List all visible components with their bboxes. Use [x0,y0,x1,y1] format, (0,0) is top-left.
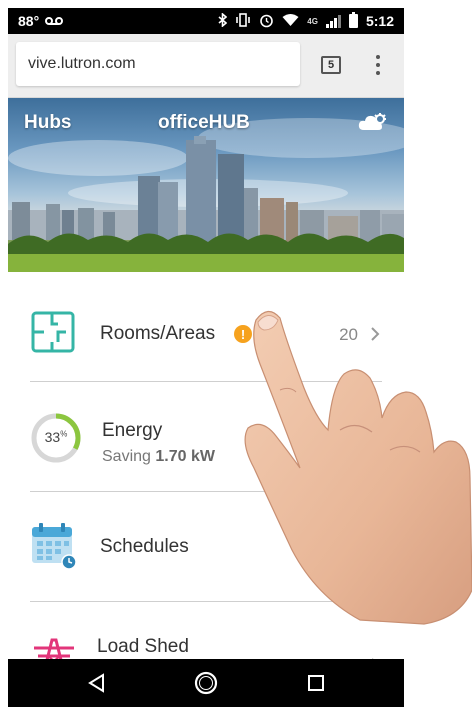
status-bar: 88° 4G 5:12 [8,8,404,34]
menu-dot [376,63,380,67]
floorplan-icon [30,308,78,356]
browser-menu-button[interactable] [370,52,386,78]
menu-item-energy[interactable]: 33% Energy Saving 1.70 kW [8,382,404,492]
browser-toolbar: vive.lutron.com 5 [8,34,404,98]
home-button[interactable] [190,667,222,699]
energy-label: Energy [102,420,163,441]
square-icon [308,675,324,691]
url-text: vive.lutron.com [28,55,136,72]
network-type-text: 4G [307,16,318,26]
bluetooth-icon [218,12,228,29]
temperature-text: 88° [18,13,40,29]
clock-time: 5:12 [365,13,394,29]
wifi-icon [282,13,299,29]
alarm-icon [259,13,274,30]
vibrate-icon [235,13,251,29]
voicemail-icon [45,13,64,29]
battery-icon [348,12,358,28]
alert-mark: ! [240,326,246,342]
tab-count: 5 [327,59,335,71]
url-bar[interactable]: vive.lutron.com [16,42,300,86]
hub-title: officeHUB [158,112,250,133]
back-button[interactable] [81,667,113,699]
home-circle-icon [194,671,218,695]
hub-header-banner: Hubs officeHUB [8,98,404,272]
tab-switcher-button[interactable]: 5 [321,56,341,74]
calendar-icon [30,522,78,570]
phone-screen: 88° 4G 5:12 vive.lutron.com 5 Hubs offic… [8,8,404,707]
menu-item-rooms-areas[interactable]: Rooms/Areas ! 20 [8,272,404,382]
cloud-settings-icon[interactable] [358,112,388,134]
hub-menu-list: Rooms/Areas ! 20 33% Energy Saving 1.70 … [8,272,404,707]
rooms-areas-label: Rooms/Areas [100,323,216,344]
schedules-label: Schedules [100,536,189,557]
rooms-count: 20 [339,325,358,344]
hubs-back-link[interactable]: Hubs [24,112,72,134]
back-triangle-icon [88,673,104,693]
signal-icon [325,14,341,28]
energy-savings: Saving 1.70 kW [102,448,215,466]
menu-dot [376,55,380,59]
energy-gauge-icon: 33% [30,412,82,464]
menu-dot [376,71,380,75]
gauge-unit: % [60,429,68,439]
chevron-right-icon [368,325,382,343]
savings-value: 1.70 kW [155,448,215,465]
recent-apps-button[interactable] [300,667,332,699]
savings-prefix: Saving [102,448,151,465]
menu-item-schedules[interactable]: Schedules [8,492,404,602]
load-shed-label: Load Shed [97,636,189,657]
gauge-value: 33 [44,429,61,445]
android-nav-bar [8,659,404,707]
alert-badge: ! [234,325,252,343]
